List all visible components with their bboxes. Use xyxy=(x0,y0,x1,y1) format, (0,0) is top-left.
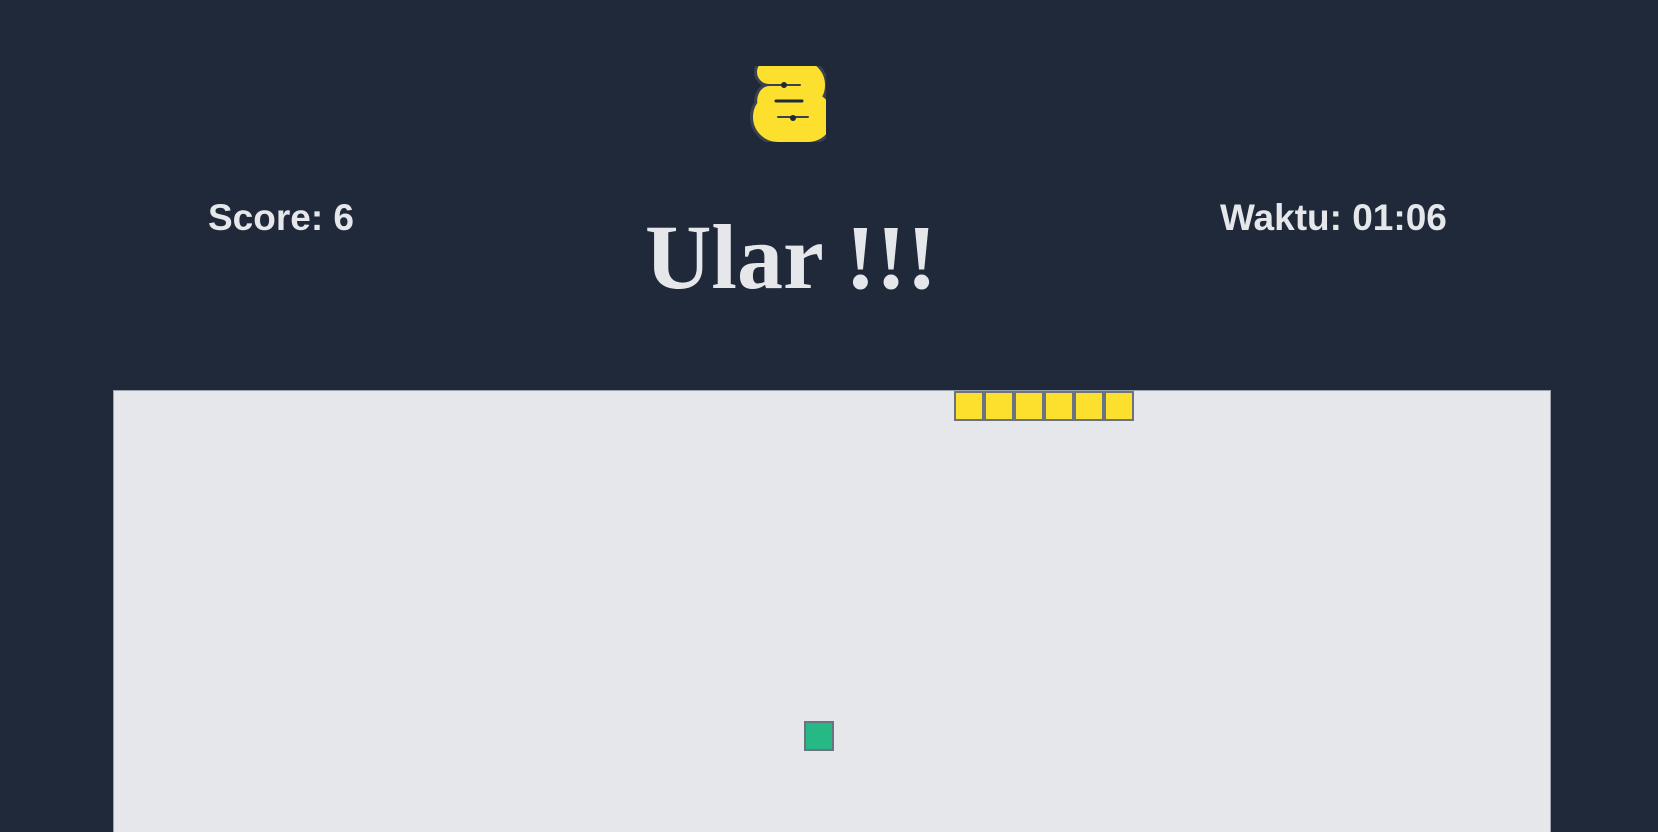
snake-segment xyxy=(1074,391,1104,421)
game-title: Ular !!! xyxy=(644,206,938,308)
game-board[interactable] xyxy=(113,390,1551,832)
snake-segment xyxy=(954,391,984,421)
snake-segment xyxy=(984,391,1014,421)
food-item xyxy=(804,721,834,751)
snake-segment xyxy=(1014,391,1044,421)
python-logo-icon xyxy=(750,57,836,145)
snake-segment xyxy=(1044,391,1074,421)
snake-segment xyxy=(1104,391,1134,421)
